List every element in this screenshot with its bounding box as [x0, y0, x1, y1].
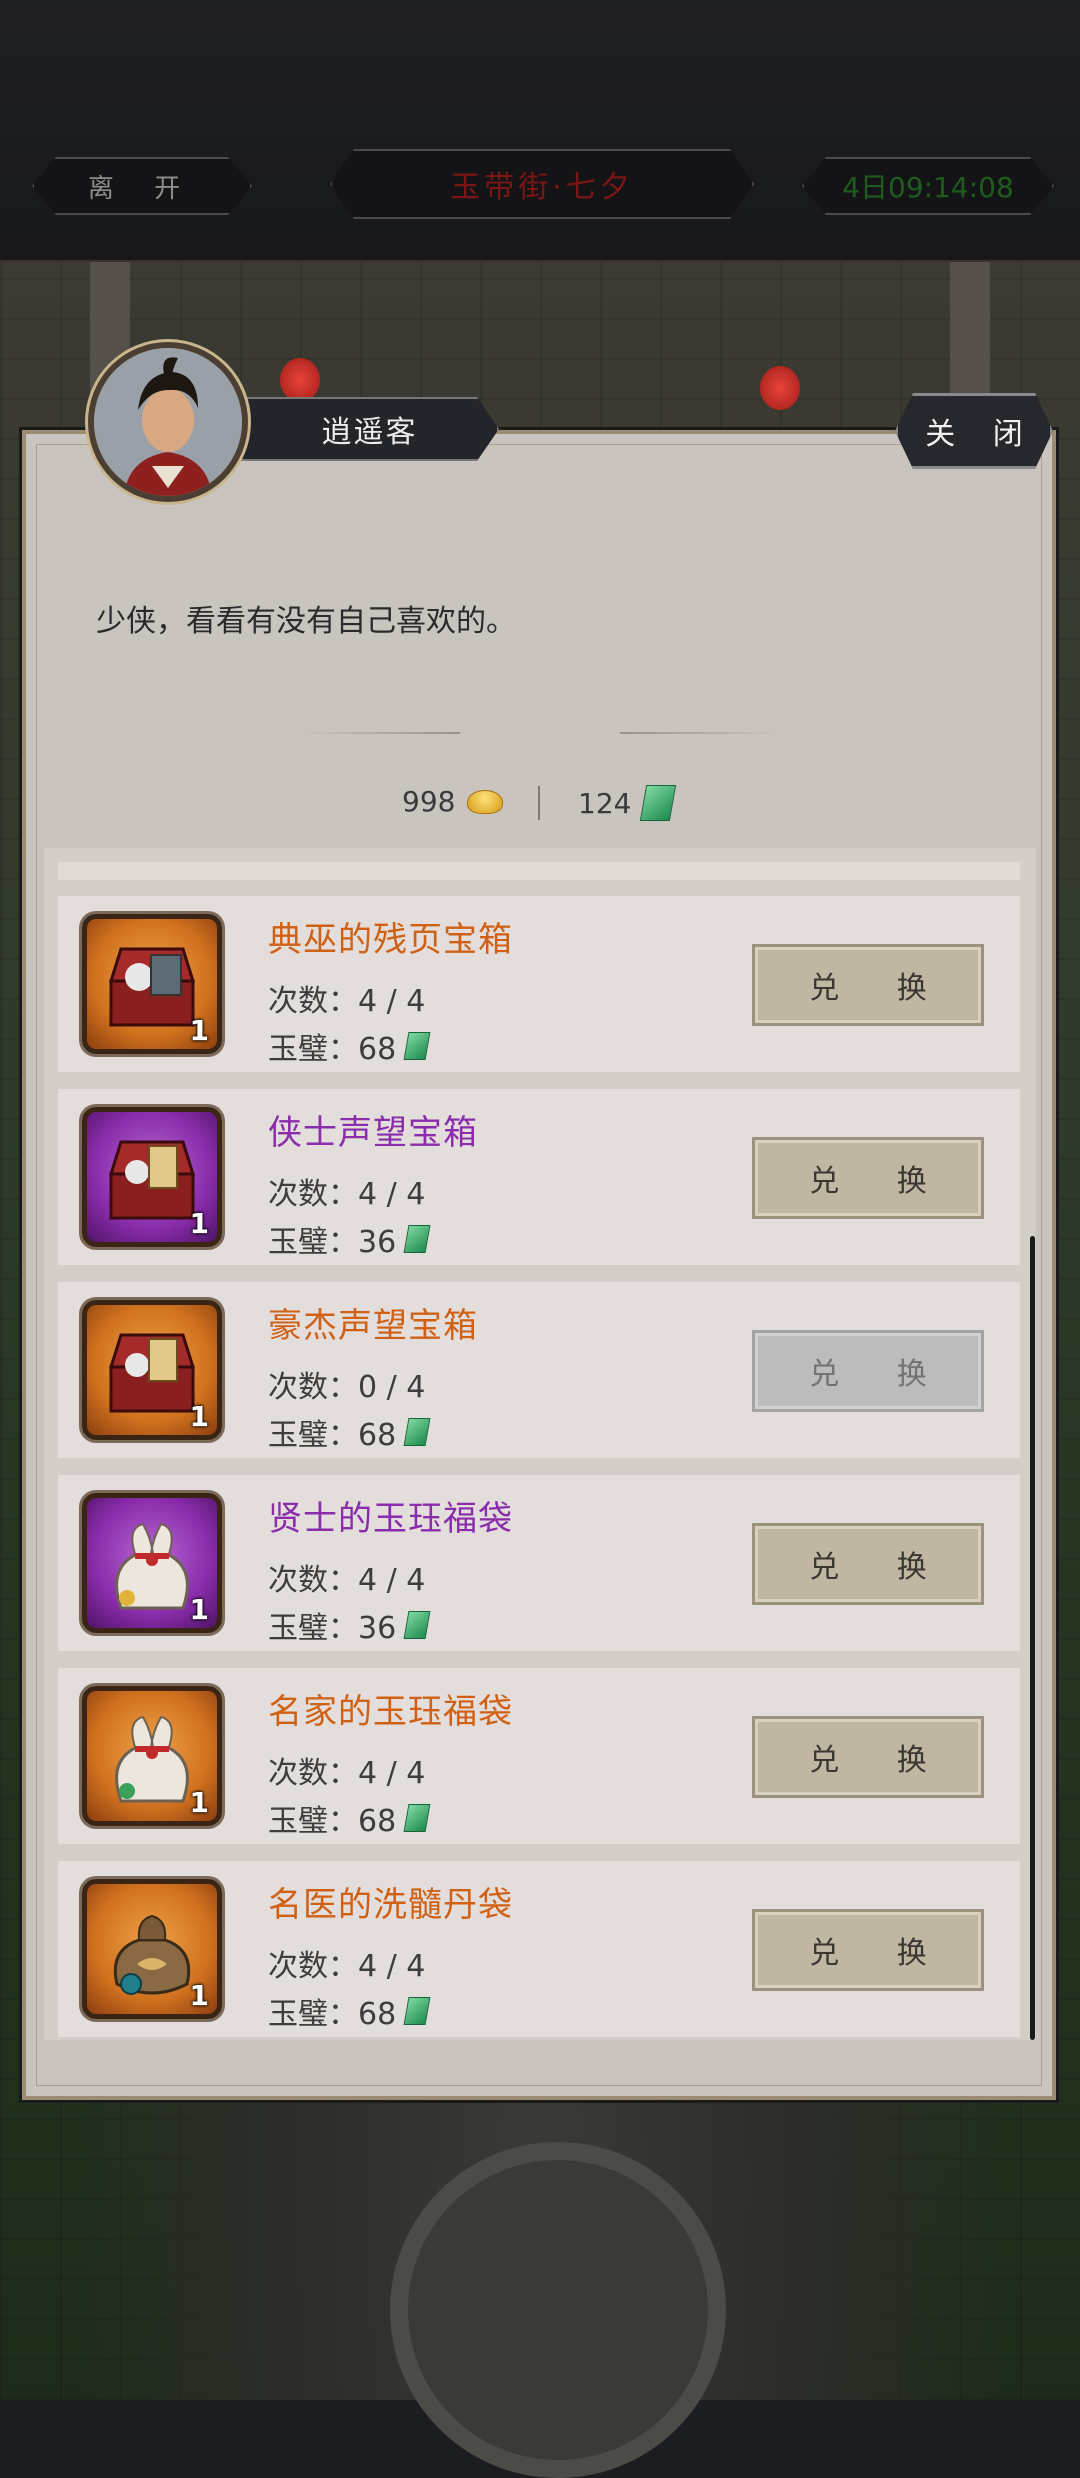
jade-token-icon	[403, 1225, 431, 1253]
divider-left	[300, 732, 460, 734]
exchange-button[interactable]: 兑 换	[752, 1716, 984, 1798]
item-quantity: 1	[189, 1786, 209, 1819]
item-price: 玉璧：36	[268, 1603, 431, 1647]
item-price-label: 玉璧：68	[268, 1032, 397, 1067]
list-item: 1 典巫的残页宝箱 次数：4 / 4 玉璧：68 兑 换	[58, 896, 1020, 1072]
item-name: 名家的玉珏福袋	[268, 1692, 513, 1732]
item-count: 次数：4 / 4	[268, 984, 426, 1019]
item-count: 次数：4 / 4	[268, 1756, 426, 1791]
list-item: 1 名医的洗髓丹袋 次数：4 / 4 玉璧：68 兑 换	[58, 1861, 1020, 2037]
npc-name-plate: 逍遥客	[240, 397, 499, 461]
item-quantity: 1	[189, 1979, 209, 2012]
item-price-label: 玉璧：36	[268, 1225, 397, 1260]
item-thumbnail[interactable]: 1	[82, 1493, 222, 1633]
npc-portrait-icon	[94, 348, 242, 496]
jade-token-icon	[403, 1804, 431, 1832]
item-quantity: 1	[189, 1207, 209, 1240]
item-quantity: 1	[189, 1014, 209, 1047]
item-name: 典巫的残页宝箱	[268, 920, 513, 960]
item-list[interactable]: 1 典巫的残页宝箱 次数：4 / 4 玉璧：68 兑 换 1 侠士声望宝箱 次数…	[44, 848, 1036, 2040]
gold-balance: 998	[402, 785, 504, 818]
lantern-icon	[280, 358, 320, 402]
location-title: 玉带街·七夕	[330, 149, 754, 219]
item-name: 名医的洗髓丹袋	[268, 1885, 513, 1925]
item-count: 次数：4 / 4	[268, 1177, 426, 1212]
gold-amount: 998	[402, 785, 456, 818]
gold-ingot-icon	[467, 789, 504, 814]
list-scrollbar[interactable]	[1030, 1236, 1035, 2040]
item-price-label: 玉璧：68	[268, 1418, 397, 1453]
jade-balance: 124	[578, 785, 677, 821]
leave-button[interactable]: 离 开	[32, 157, 252, 215]
item-price-label: 玉璧：68	[268, 1997, 397, 2032]
lantern-icon	[760, 366, 800, 410]
item-name: 贤士的玉珏福袋	[268, 1499, 513, 1539]
item-thumbnail[interactable]: 1	[82, 1300, 222, 1440]
event-timer: 4日09:14:08	[802, 157, 1054, 215]
item-price: 玉璧：68	[268, 1796, 431, 1840]
item-thumbnail[interactable]: 1	[82, 1879, 222, 2019]
courtyard-ornament	[390, 2142, 726, 2478]
item-thumbnail[interactable]: 1	[82, 1107, 222, 1247]
jade-token-icon	[640, 785, 677, 821]
npc-dialog-text: 少侠，看看有没有自己喜欢的。	[96, 604, 516, 639]
list-item: 1 贤士的玉珏福袋 次数：4 / 4 玉璧：36 兑 换	[58, 1475, 1020, 1651]
npc-avatar	[88, 342, 248, 502]
item-quantity: 1	[189, 1400, 209, 1433]
item-quantity: 1	[189, 1593, 209, 1626]
item-price-label: 玉璧：68	[268, 1804, 397, 1839]
divider-right	[620, 732, 780, 734]
exchange-button-disabled[interactable]: 兑 换	[752, 1330, 984, 1412]
list-item-partial	[58, 862, 1020, 880]
jade-token-icon	[403, 1418, 431, 1446]
close-button[interactable]: 关 闭	[895, 393, 1053, 469]
currency-separator	[538, 786, 540, 820]
jade-token-icon	[403, 1611, 431, 1639]
exchange-button[interactable]: 兑 换	[752, 944, 984, 1026]
item-count: 次数：4 / 4	[268, 1563, 426, 1598]
item-price: 玉璧：36	[268, 1217, 431, 1261]
top-bar-background	[0, 0, 1080, 264]
jade-amount: 124	[578, 786, 632, 820]
item-name: 侠士声望宝箱	[268, 1113, 478, 1153]
item-thumbnail[interactable]: 1	[82, 914, 222, 1054]
item-price: 玉璧：68	[268, 1024, 431, 1068]
exchange-button[interactable]: 兑 换	[752, 1909, 984, 1991]
item-count: 次数：0 / 4	[268, 1370, 426, 1405]
item-count: 次数：4 / 4	[268, 1949, 426, 1984]
item-price: 玉璧：68	[268, 1410, 431, 1454]
item-name: 豪杰声望宝箱	[268, 1306, 478, 1346]
list-item: 1 豪杰声望宝箱 次数：0 / 4 玉璧：68 兑 换	[58, 1282, 1020, 1458]
item-price-label: 玉璧：36	[268, 1611, 397, 1646]
jade-token-icon	[403, 1032, 431, 1060]
list-item: 1 名家的玉珏福袋 次数：4 / 4 玉璧：68 兑 换	[58, 1668, 1020, 1844]
item-price: 玉璧：68	[268, 1989, 431, 2033]
exchange-button[interactable]: 兑 换	[752, 1137, 984, 1219]
jade-token-icon	[403, 1997, 431, 2025]
exchange-button[interactable]: 兑 换	[752, 1523, 984, 1605]
item-thumbnail[interactable]: 1	[82, 1686, 222, 1826]
list-item: 1 侠士声望宝箱 次数：4 / 4 玉璧：36 兑 换	[58, 1089, 1020, 1265]
